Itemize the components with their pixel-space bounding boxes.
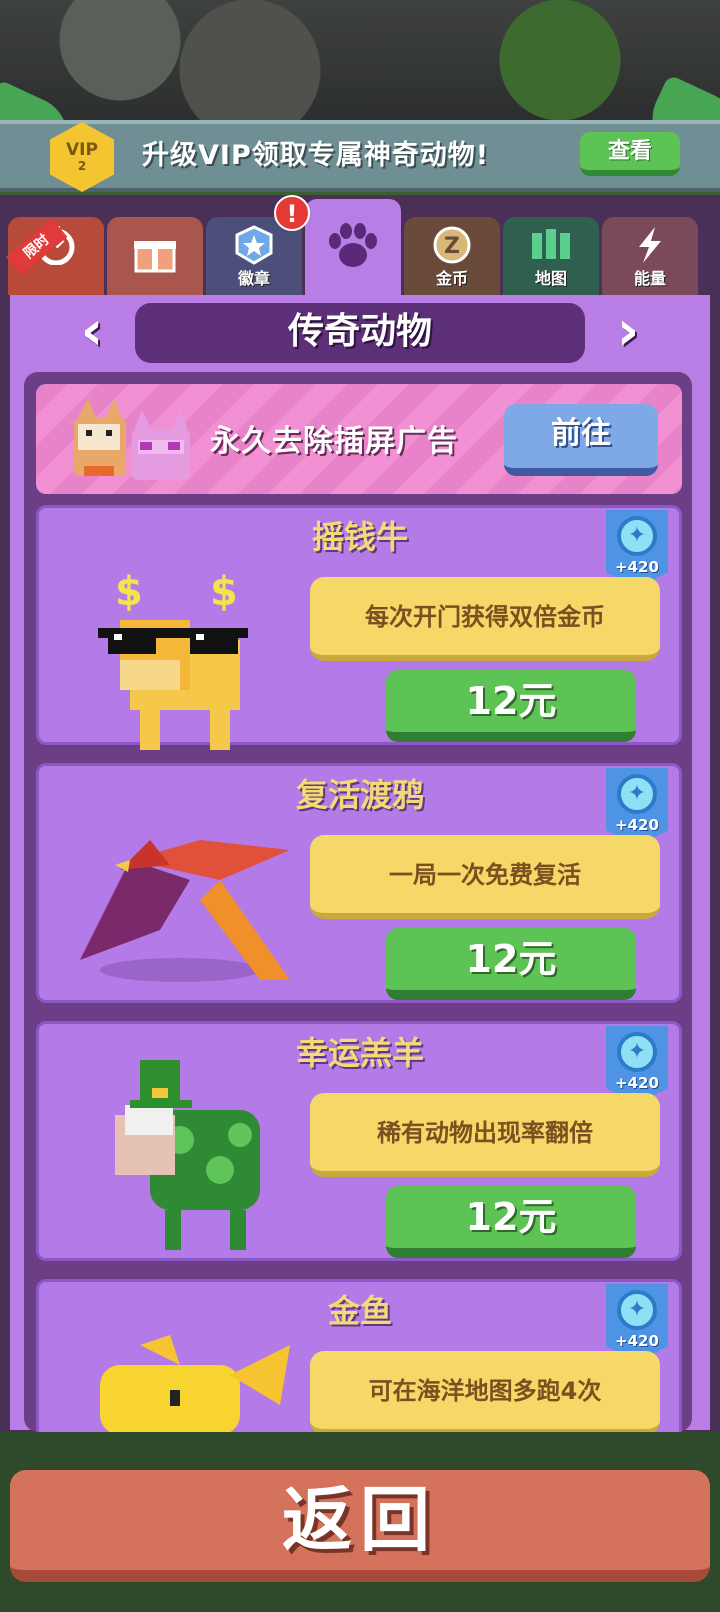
lightning-icon — [639, 227, 661, 263]
map-icon — [532, 229, 570, 259]
section-title: 传奇动物 — [135, 303, 585, 363]
ad-removal-go-button[interactable]: 前往 — [504, 404, 658, 476]
pets-illustration — [74, 398, 190, 480]
buy-button[interactable]: 12元 — [386, 670, 636, 742]
star-badge-icon: ✦ — [617, 774, 657, 814]
next-arrow-icon[interactable]: › — [608, 304, 648, 361]
star-badge-icon: ✦ — [617, 1290, 657, 1330]
back-button[interactable]: 返回 — [10, 1470, 710, 1582]
paw-icon — [329, 223, 377, 267]
buy-button[interactable]: 12元 — [386, 1186, 636, 1258]
ad-removal-text: 永久去除插屏广告 — [210, 424, 458, 459]
animal-description: 每次开门获得双倍金币 — [310, 577, 660, 661]
tab-coins-label: 金币 — [435, 269, 468, 288]
goldfish-icon — [100, 1335, 290, 1435]
money-cow-icon: $ $ — [98, 569, 248, 750]
tab-coins[interactable]: Z 金币 — [404, 217, 500, 295]
badge-icon — [235, 225, 273, 265]
phoenix-raven-icon — [80, 840, 290, 982]
points-value: +420 — [615, 1332, 659, 1350]
svg-text:$: $ — [115, 569, 143, 615]
vip-message: 升级VIP领取专属神奇动物! — [142, 140, 490, 171]
animal-description: 一局一次免费复活 — [310, 835, 660, 919]
points-value: +420 — [615, 1074, 659, 1092]
new-alert-badge: ! — [274, 195, 310, 231]
vip-badge-level: 2 — [77, 159, 87, 173]
vip-badge-text: VIP — [66, 140, 98, 160]
tab-map[interactable]: 地图 — [503, 217, 599, 295]
tab-energy[interactable]: 能量 — [602, 217, 698, 295]
tab-map-label: 地图 — [534, 269, 567, 288]
star-badge-icon: ✦ — [617, 516, 657, 556]
tab-animals[interactable] — [305, 199, 401, 295]
tab-energy-label: 能量 — [633, 269, 666, 288]
shop-tabs: 限时 徽章 Z 金币 地图 能量 — [6, 199, 712, 295]
view-vip-button[interactable]: 查看 — [580, 132, 680, 176]
prev-arrow-icon[interactable]: ‹ — [72, 304, 112, 361]
star-badge-icon: ✦ — [617, 1032, 657, 1072]
points-value: +420 — [615, 558, 659, 576]
animal-description: 可在海洋地图多跑4次 — [310, 1351, 660, 1435]
tab-badge-label: 徽章 — [237, 269, 270, 288]
tab-limited[interactable]: 限时 — [6, 217, 104, 295]
svg-text:$: $ — [210, 569, 238, 615]
animal-description: 稀有动物出现率翻倍 — [310, 1093, 660, 1177]
svg-text:Z: Z — [444, 234, 460, 259]
coin-icon: Z — [433, 226, 471, 264]
lucky-lamb-icon — [115, 1060, 260, 1250]
tab-gift[interactable] — [107, 217, 203, 295]
buy-button[interactable]: 12元 — [386, 928, 636, 1000]
points-value: +420 — [615, 816, 659, 834]
gift-icon — [134, 241, 176, 273]
